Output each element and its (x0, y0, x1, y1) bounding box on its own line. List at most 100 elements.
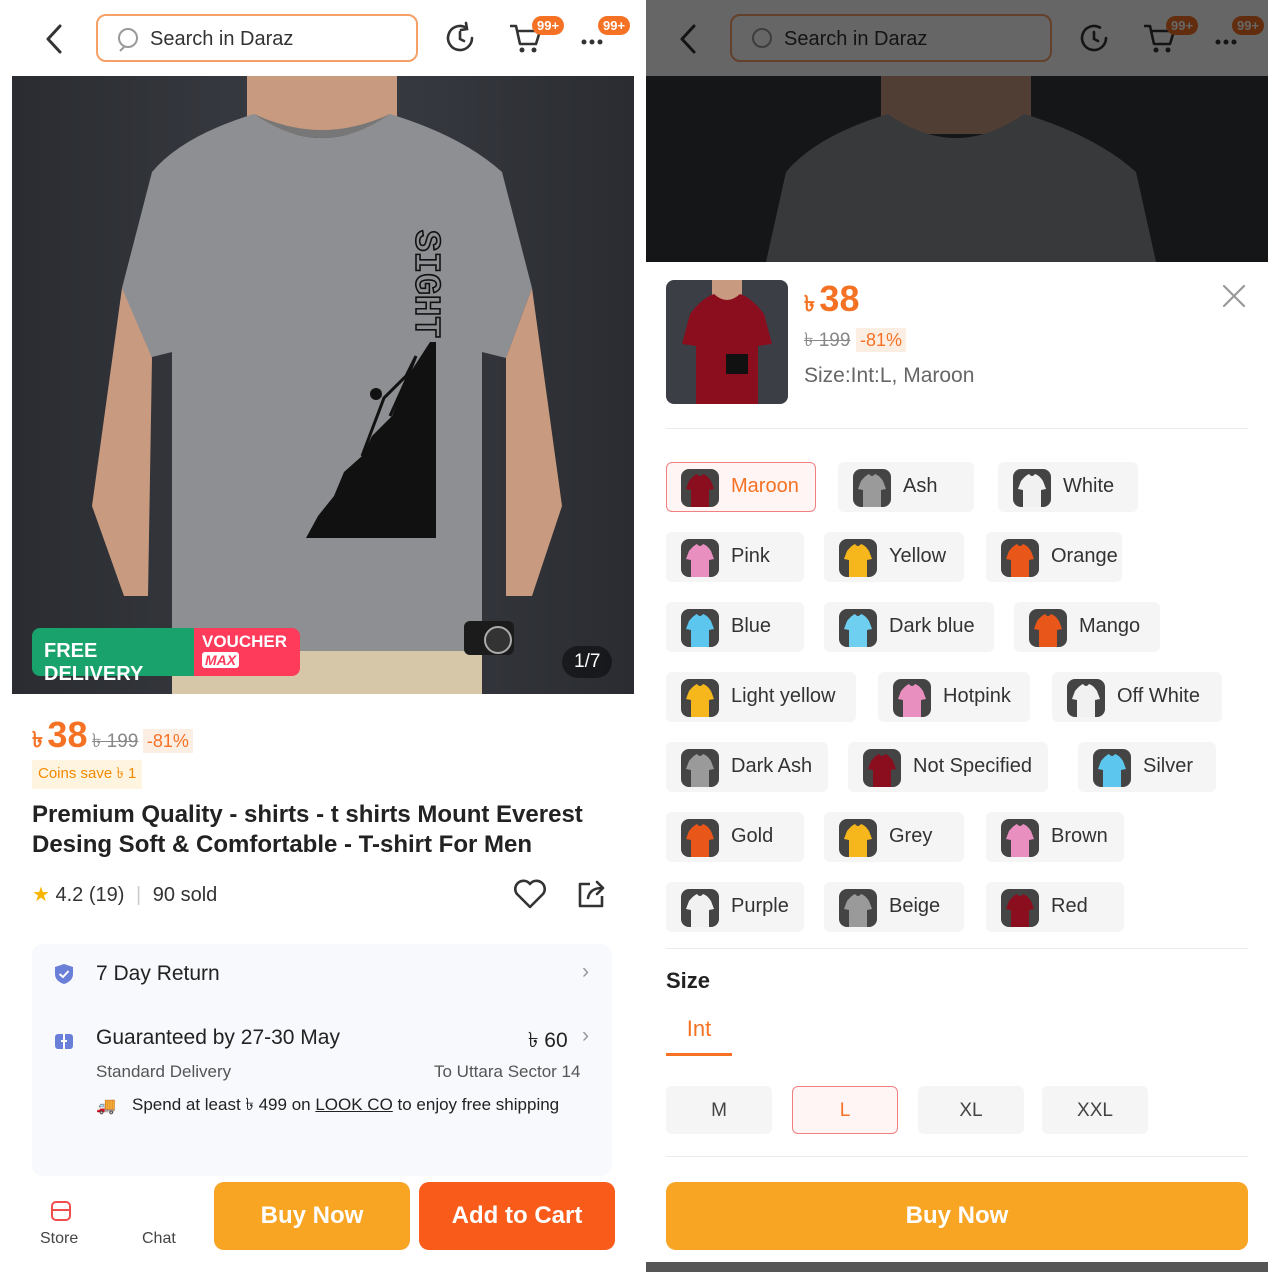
color-option-off-white[interactable]: Off White (1052, 672, 1222, 722)
color-label: Silver (1143, 755, 1194, 777)
history-icon[interactable] (442, 20, 478, 56)
service-card: 7 Day Return › Guaranteed by 27-30 May ৳… (32, 944, 612, 1176)
size-option-m[interactable]: M (666, 1086, 772, 1134)
rating-count: (19) (88, 884, 125, 906)
color-label: Hotpink (943, 685, 1011, 707)
color-option-white[interactable]: White (998, 462, 1138, 512)
color-option-dark-blue[interactable]: Dark blue (824, 602, 994, 652)
original-price: ৳ 199 (91, 731, 139, 752)
search-input[interactable]: Search in Daraz (96, 14, 418, 62)
color-option-silver[interactable]: Silver (1078, 742, 1216, 792)
color-option-red[interactable]: Red (986, 882, 1124, 932)
delivery-destination: To Uttara Sector 14 (434, 1062, 581, 1081)
current-price: 38 (819, 278, 860, 319)
color-option-grey[interactable]: Grey (824, 812, 964, 862)
color-option-gold[interactable]: Gold (666, 812, 804, 862)
color-option-blue[interactable]: Blue (666, 602, 804, 652)
delivery-type: Standard Delivery (96, 1062, 232, 1081)
rating-row[interactable]: ★ 4.2 (19) | 90 sold (32, 882, 217, 907)
color-option-brown[interactable]: Brown (986, 812, 1124, 862)
sheet-old-price-row: ৳ 199 -81% (804, 326, 907, 358)
color-label: Brown (1051, 825, 1108, 847)
color-label: Light yellow (731, 685, 836, 707)
color-option-yellow[interactable]: Yellow (824, 532, 964, 582)
color-label: Ash (903, 475, 938, 497)
color-label: Red (1051, 895, 1088, 917)
color-option-light-yellow[interactable]: Light yellow (666, 672, 856, 722)
color-label: Yellow (889, 545, 947, 567)
divider (666, 428, 1248, 429)
size-tab-int[interactable]: Int (666, 1016, 732, 1056)
dim-overlay[interactable] (646, 0, 1268, 262)
rating-separator: | (136, 884, 142, 906)
close-icon[interactable] (1220, 282, 1248, 310)
variant-sheet: ৳ 38 ৳ 199 -81% Size:Int:L, Maroon Maroo… (646, 262, 1268, 1280)
color-label: Dark blue (889, 615, 975, 637)
size-option-xxl[interactable]: XXL (1042, 1086, 1148, 1134)
color-label: Not Specified (913, 755, 1032, 777)
original-price: ৳ 199 (804, 330, 851, 351)
color-swatch (839, 609, 877, 647)
currency-symbol: ৳ (804, 291, 815, 316)
color-swatch (681, 889, 719, 927)
color-label: Orange (1051, 545, 1118, 567)
buy-now-button[interactable]: Buy Now (214, 1182, 410, 1250)
color-label: Mango (1079, 615, 1141, 637)
color-option-purple[interactable]: Purple (666, 882, 804, 932)
voucher-max-label: MAX (202, 652, 240, 668)
color-option-orange[interactable]: Orange (986, 532, 1122, 582)
store-icon[interactable] (48, 1198, 74, 1224)
color-option-ash[interactable]: Ash (838, 462, 974, 512)
back-arrow-icon[interactable] (40, 22, 70, 56)
star-icon: ★ (32, 884, 50, 906)
buy-now-button[interactable]: Buy Now (666, 1182, 1248, 1250)
size-option-l[interactable]: L (792, 1086, 898, 1134)
size-option-xl[interactable]: XL (918, 1086, 1024, 1134)
color-swatch (681, 539, 719, 577)
color-label: Maroon (731, 475, 799, 497)
color-swatch (1001, 889, 1039, 927)
top-bar: Search in Daraz 99+ 99+ (12, 0, 634, 76)
variant-selector-screen: Search in Daraz 99+ 99+ ৳ 38 ৳ (646, 0, 1268, 1280)
color-swatch (839, 819, 877, 857)
product-image[interactable]: SIGHT FREE DELIVERY VOUCHER MAX 1/7 (12, 76, 634, 694)
cart-count-badge: 99+ (532, 16, 565, 35)
size-section-title: Size (666, 968, 711, 993)
color-swatch (681, 679, 719, 717)
image-counter: 1/7 (562, 646, 613, 678)
shop-link[interactable]: LOOK CO (315, 1095, 392, 1114)
store-label[interactable]: Store (40, 1230, 78, 1248)
chat-label[interactable]: Chat (142, 1230, 176, 1248)
color-swatch (853, 469, 891, 507)
currency-symbol: ৳ (32, 727, 43, 752)
share-icon[interactable] (574, 876, 610, 912)
color-label: Dark Ash (731, 755, 813, 777)
tshirt-print-text: SIGHT (405, 230, 446, 338)
color-option-dark-ash[interactable]: Dark Ash (666, 742, 828, 792)
color-option-mango[interactable]: Mango (1014, 602, 1160, 652)
message-count-badge: 99+ (598, 16, 631, 35)
promo-suffix: to enjoy free shipping (392, 1095, 560, 1114)
guarantee-text[interactable]: Guaranteed by 27-30 May (96, 1026, 340, 1050)
return-shield-icon (55, 964, 73, 984)
color-option-not-specified[interactable]: Not Specified (848, 742, 1048, 792)
product-detail-screen: Search in Daraz 99+ 99+ SIGHT FREE DELIV… (12, 0, 634, 1280)
price-row: ৳ 38 ৳ 199 -81% (32, 714, 193, 758)
color-option-hotpink[interactable]: Hotpink (878, 672, 1030, 722)
color-label: Pink (731, 545, 770, 567)
wishlist-heart-icon[interactable] (512, 876, 548, 912)
return-policy-text[interactable]: 7 Day Return (96, 962, 220, 986)
chevron-right-icon[interactable]: › (582, 960, 589, 984)
search-icon (118, 28, 138, 52)
color-option-maroon[interactable]: Maroon (666, 462, 816, 512)
search-placeholder: Search in Daraz (150, 28, 294, 50)
color-option-beige[interactable]: Beige (824, 882, 964, 932)
coins-save-tag: Coins save ৳ 1 (32, 760, 143, 789)
chevron-right-icon[interactable]: › (582, 1024, 589, 1048)
color-swatch (839, 539, 877, 577)
divider (666, 948, 1248, 949)
voucher-label: VOUCHER (202, 632, 288, 651)
add-to-cart-button[interactable]: Add to Cart (419, 1182, 615, 1250)
color-option-pink[interactable]: Pink (666, 532, 804, 582)
color-swatch (839, 889, 877, 927)
